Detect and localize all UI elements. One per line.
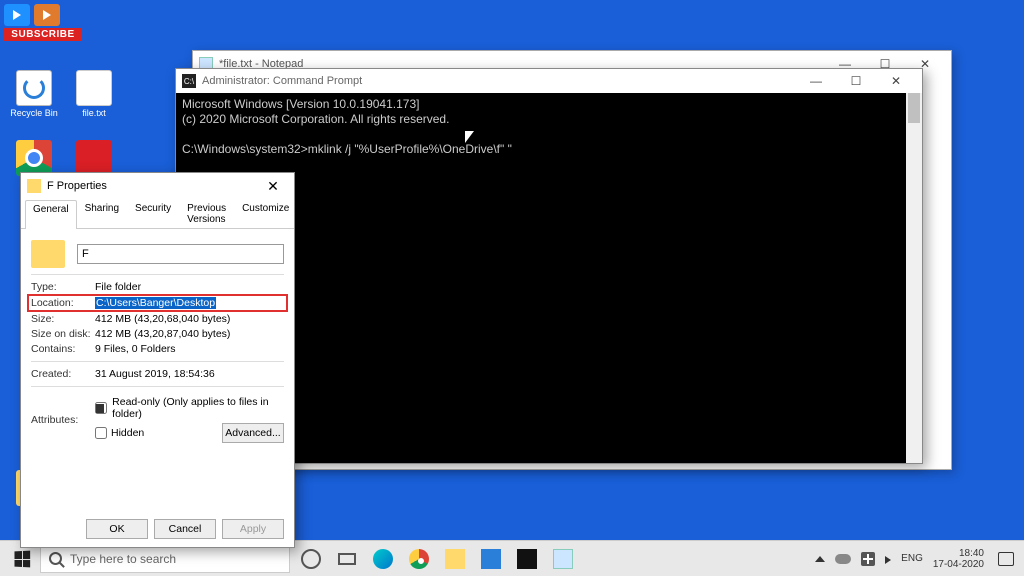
properties-title: F Properties xyxy=(47,180,107,192)
size-value: 412 MB (43,20,68,040 bytes) xyxy=(95,313,284,325)
subscribe-label: SUBSCRIBE xyxy=(4,28,82,41)
search-placeholder: Type here to search xyxy=(70,552,176,566)
file-icon xyxy=(76,70,112,106)
maximize-button[interactable]: ☐ xyxy=(836,70,876,92)
cmd-icon: C:\ xyxy=(182,74,196,88)
location-row-highlight: Location: C:\Users\Banger\Desktop xyxy=(27,294,288,312)
taskbar-explorer[interactable] xyxy=(438,544,472,574)
folder-icon xyxy=(27,179,41,193)
network-icon[interactable] xyxy=(861,552,875,566)
cmd-title: Administrator: Command Prompt xyxy=(202,75,362,87)
clock[interactable]: 18:40 17-04-2020 xyxy=(933,548,984,570)
icon-label: file.txt xyxy=(66,108,122,118)
contains-value: 9 Files, 0 Folders xyxy=(95,343,284,355)
chrome-icon xyxy=(16,140,52,176)
folder-name-input[interactable] xyxy=(77,244,284,264)
windows-logo-icon xyxy=(14,550,30,567)
icon-label: Recycle Bin xyxy=(6,108,62,118)
cancel-button[interactable]: Cancel xyxy=(154,519,216,539)
attributes-label: Attributes: xyxy=(31,414,95,426)
cmd-scrollbar[interactable] xyxy=(906,93,922,463)
tab-sharing[interactable]: Sharing xyxy=(77,199,127,228)
location-value[interactable]: C:\Users\Banger\Desktop xyxy=(95,297,216,309)
minimize-button[interactable]: — xyxy=(796,70,836,92)
size-on-disk-value: 412 MB (43,20,87,040 bytes) xyxy=(95,328,284,340)
readonly-label: Read-only (Only applies to files in fold… xyxy=(112,396,284,420)
desktop-icon-file[interactable]: file.txt xyxy=(66,70,122,118)
advanced-button[interactable]: Advanced... xyxy=(222,423,284,443)
hidden-checkbox[interactable] xyxy=(95,427,107,439)
ok-button[interactable]: OK xyxy=(86,519,148,539)
tray-overflow-icon[interactable] xyxy=(815,556,825,562)
taskbar-edge[interactable] xyxy=(366,544,400,574)
tab-customize[interactable]: Customize xyxy=(234,199,297,228)
created-value: 31 August 2019, 18:54:36 xyxy=(95,368,284,380)
clock-time: 18:40 xyxy=(933,548,984,559)
onedrive-icon[interactable] xyxy=(835,554,851,564)
rss-icon xyxy=(34,4,60,26)
properties-dialog[interactable]: F Properties ✕ General Sharing Security … xyxy=(20,172,295,548)
size-label: Size: xyxy=(31,313,95,325)
creative-cloud-icon xyxy=(76,140,112,176)
created-label: Created: xyxy=(31,368,95,380)
task-view-button[interactable] xyxy=(330,544,364,574)
taskbar-cmd[interactable] xyxy=(510,544,544,574)
language-indicator[interactable]: ENG xyxy=(901,553,923,564)
cortana-button[interactable] xyxy=(294,544,328,574)
folder-large-icon xyxy=(31,240,65,268)
tab-previous-versions[interactable]: Previous Versions xyxy=(179,199,234,228)
system-tray: ENG 18:40 17-04-2020 xyxy=(815,548,1020,570)
close-button[interactable]: ✕ xyxy=(258,178,288,195)
clock-date: 17-04-2020 xyxy=(933,559,984,570)
type-value: File folder xyxy=(95,281,284,293)
tab-general[interactable]: General xyxy=(25,200,77,229)
play-icon xyxy=(4,4,30,26)
close-button[interactable]: ✕ xyxy=(876,70,916,92)
notifications-button[interactable] xyxy=(998,552,1014,566)
contains-label: Contains: xyxy=(31,343,95,355)
hidden-label: Hidden xyxy=(111,427,144,439)
size-on-disk-label: Size on disk: xyxy=(31,328,95,340)
cmd-titlebar[interactable]: C:\ Administrator: Command Prompt — ☐ ✕ xyxy=(176,69,922,93)
location-label: Location: xyxy=(31,297,95,309)
search-icon xyxy=(49,552,62,565)
recycle-icon xyxy=(16,70,52,106)
properties-tabs: General Sharing Security Previous Versio… xyxy=(21,199,294,229)
tab-security[interactable]: Security xyxy=(127,199,179,228)
taskbar-store[interactable] xyxy=(474,544,508,574)
search-box[interactable]: Type here to search xyxy=(40,545,290,573)
type-label: Type: xyxy=(31,281,95,293)
properties-titlebar[interactable]: F Properties ✕ xyxy=(21,173,294,199)
apply-button[interactable]: Apply xyxy=(222,519,284,539)
desktop-icon-recycle[interactable]: Recycle Bin xyxy=(6,70,62,118)
taskbar-notepad[interactable] xyxy=(546,544,580,574)
volume-icon[interactable] xyxy=(885,556,891,564)
start-button[interactable] xyxy=(4,544,40,574)
subscribe-overlay: SUBSCRIBE xyxy=(4,4,82,41)
taskbar-chrome[interactable] xyxy=(402,544,436,574)
cmd-output[interactable]: Microsoft Windows [Version 10.0.19041.17… xyxy=(176,93,922,161)
